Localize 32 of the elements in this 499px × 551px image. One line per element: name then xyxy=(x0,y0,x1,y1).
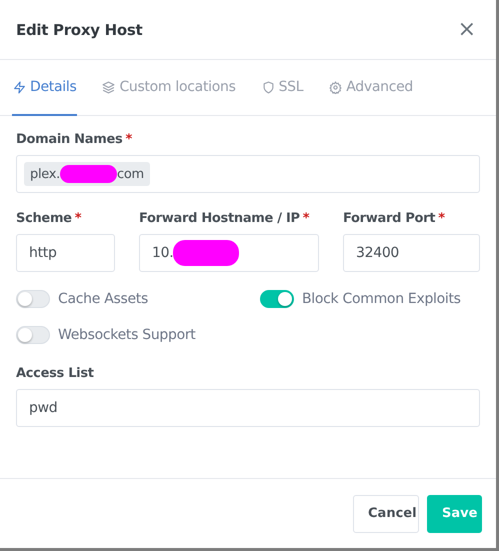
toggle-switch[interactable] xyxy=(260,290,294,308)
tag-text: plex. xyxy=(30,166,60,182)
bolt-icon xyxy=(13,80,26,94)
required-mark: * xyxy=(125,132,132,147)
cancel-button[interactable]: Cancel xyxy=(353,494,419,532)
required-mark: * xyxy=(438,211,445,226)
field-label: Domain Names xyxy=(16,132,122,147)
field-value: 10. xyxy=(152,245,174,261)
field-label: Access List xyxy=(16,366,94,381)
field-label: Forward Hostname / IP xyxy=(139,211,300,226)
input-field[interactable]: 10. xyxy=(139,234,319,272)
settings-icon xyxy=(329,80,342,94)
field-value: pwd xyxy=(29,400,58,416)
required-mark: * xyxy=(74,211,82,226)
modal-title: Edit Proxy Host xyxy=(16,20,142,38)
field-label: Scheme xyxy=(16,211,72,226)
tag-text: com xyxy=(116,166,144,182)
close-button[interactable]: × xyxy=(458,18,476,40)
field-value: http xyxy=(29,245,57,261)
layers-icon xyxy=(102,80,116,94)
input-field[interactable]: 32400 xyxy=(343,234,480,272)
access-list-field[interactable]: pwd xyxy=(16,389,480,427)
input-field[interactable]: http xyxy=(16,234,115,272)
domain-names-field[interactable]: plex. com xyxy=(16,155,480,193)
shield-icon xyxy=(262,80,275,94)
required-mark: * xyxy=(302,211,310,226)
toggle-label: Block Common Exploits xyxy=(302,291,461,307)
tab[interactable]: Details xyxy=(12,60,78,116)
field-label: Forward Port xyxy=(343,211,436,226)
toggle-label: Cache Assets xyxy=(58,291,148,307)
field-value: 32400 xyxy=(356,245,400,261)
toggle-label: Websockets Support xyxy=(58,327,196,343)
